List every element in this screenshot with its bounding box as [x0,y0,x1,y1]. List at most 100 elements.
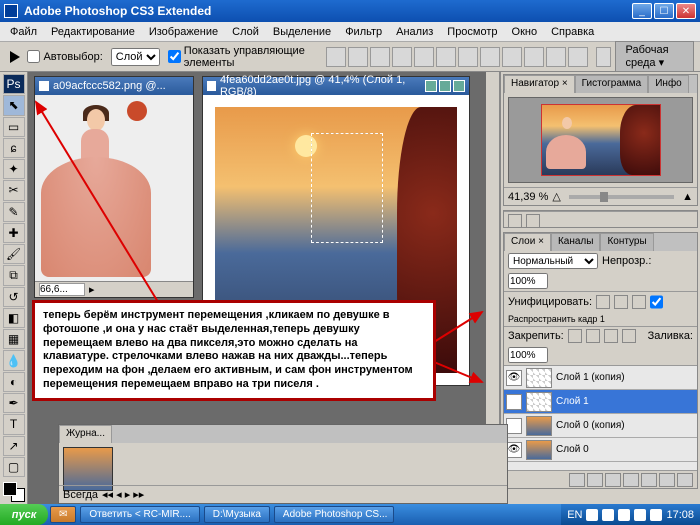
type-tool[interactable]: T [3,414,25,434]
minimize-button[interactable]: _ [632,3,652,19]
fx-icon[interactable] [587,473,603,487]
distribute-button[interactable] [568,47,588,67]
tray-icon[interactable] [618,509,630,521]
history-brush-tool[interactable]: ↺ [3,287,25,307]
menu-file[interactable]: Файл [4,24,43,40]
stamp-tool[interactable]: ⧉ [3,265,25,285]
task-button[interactable]: Adobe Photoshop CS... [274,506,394,523]
opacity-input[interactable] [508,273,548,289]
task-button[interactable]: ✉ [50,506,76,523]
menu-analysis[interactable]: Анализ [390,24,439,40]
clock[interactable]: 17:08 [666,509,694,521]
dodge-tool[interactable]: ◐ [3,372,25,392]
navigator-preview[interactable] [508,97,693,183]
menu-window[interactable]: Окно [506,24,544,40]
pen-tool[interactable]: ✒ [3,393,25,413]
distribute-button[interactable] [524,47,544,67]
menu-help[interactable]: Справка [545,24,600,40]
layer-row[interactable]: Слой 0 (копия) [504,414,697,438]
task-button[interactable]: D:\Музыка [204,506,270,523]
system-tray[interactable]: EN 17:08 [561,504,700,525]
animation-panel[interactable]: Журна... Всегда ◂◂ ◂ ▸ ▸▸ [58,424,508,504]
move-tool-icon[interactable] [6,48,19,66]
distribute-button[interactable] [546,47,566,67]
histogram-tab[interactable]: Гистограмма [575,75,649,93]
tray-icon[interactable] [586,509,598,521]
close-button[interactable]: ✕ [676,3,696,19]
layer-row[interactable]: 👁Слой 1 [504,390,697,414]
zoom-out-icon[interactable]: △ [552,190,560,203]
info-tab[interactable]: Инфо [648,75,689,93]
collapsed-panel[interactable] [503,210,698,228]
align-button[interactable] [414,47,434,67]
menu-image[interactable]: Изображение [143,24,224,40]
layer-row[interactable]: 👁Слой 1 (копия) [504,366,697,390]
tray-icon[interactable] [650,509,662,521]
color-swatches[interactable] [3,482,25,502]
nav-zoom-value[interactable]: 41,39 % [508,191,548,203]
journal-tab[interactable]: Журна... [59,425,112,443]
crop-tool[interactable]: ✂ [3,180,25,200]
marquee-tool[interactable]: ▭ [3,117,25,137]
doc-max-button[interactable] [439,80,451,92]
zoom-input[interactable] [39,283,85,296]
fill-input[interactable] [508,347,548,363]
move-tool[interactable]: ⬉ [3,95,25,115]
autoselect-dropdown[interactable]: Слой [111,48,160,66]
menu-filter[interactable]: Фильтр [339,24,388,40]
align-button[interactable] [370,47,390,67]
align-button[interactable] [436,47,456,67]
distribute-button[interactable] [480,47,500,67]
menu-edit[interactable]: Редактирование [45,24,141,40]
layers-tab[interactable]: Слои × [504,233,551,251]
document-window-a[interactable]: a09acfccc582.png @... ▸ [34,76,194,298]
brush-tool[interactable]: 🖌 [3,244,25,264]
visibility-icon[interactable] [506,418,522,434]
visibility-icon[interactable]: 👁 [506,442,522,458]
menu-layer[interactable]: Слой [226,24,265,40]
maximize-button[interactable]: ☐ [654,3,674,19]
blur-tool[interactable]: 💧 [3,350,25,370]
paths-tab[interactable]: Контуры [600,233,653,251]
arrange-button[interactable] [596,47,610,67]
wand-tool[interactable]: ✦ [3,159,25,179]
distribute-button[interactable] [502,47,522,67]
blend-mode-dropdown[interactable]: Нормальный [508,253,598,269]
tray-icon[interactable] [602,509,614,521]
tray-icon[interactable] [634,509,646,521]
start-button[interactable]: пуск [0,504,48,525]
mask-icon[interactable] [605,473,621,487]
adjustment-icon[interactable] [623,473,639,487]
delete-layer-icon[interactable] [677,473,693,487]
nav-zoom-slider[interactable] [569,195,674,199]
navigator-tab[interactable]: Навигатор × [504,75,575,93]
distribute-button[interactable] [458,47,478,67]
transform-selection[interactable] [311,133,383,243]
autoselect-checkbox[interactable] [27,50,40,63]
align-button[interactable] [326,47,346,67]
unify-icon[interactable] [614,295,628,309]
gradient-tool[interactable]: ▦ [3,329,25,349]
path-tool[interactable]: ↗ [3,436,25,456]
lock-icon[interactable] [622,329,636,343]
lock-icon[interactable] [568,329,582,343]
menu-view[interactable]: Просмотр [441,24,503,40]
show-controls-checkbox[interactable] [168,50,181,63]
lasso-tool[interactable]: ɕ [3,138,25,158]
lang-indicator[interactable]: EN [567,509,582,521]
doc-min-button[interactable] [425,80,437,92]
eyedropper-tool[interactable]: ✎ [3,202,25,222]
lock-icon[interactable] [586,329,600,343]
workspace-button[interactable]: Рабочая среда ▾ [615,41,694,72]
shape-tool[interactable]: ▢ [3,457,25,477]
align-button[interactable] [392,47,412,67]
zoom-in-icon[interactable]: ▲ [682,191,693,203]
healing-tool[interactable]: ✚ [3,223,25,243]
layer-row[interactable]: 👁Слой 0 [504,438,697,462]
propagate-checkbox[interactable] [650,294,663,310]
ps-logo-icon[interactable]: Ps [3,74,25,94]
group-icon[interactable] [641,473,657,487]
channels-tab[interactable]: Каналы [551,233,601,251]
repeat-label[interactable]: Всегда [63,489,98,501]
unify-icon[interactable] [596,295,610,309]
